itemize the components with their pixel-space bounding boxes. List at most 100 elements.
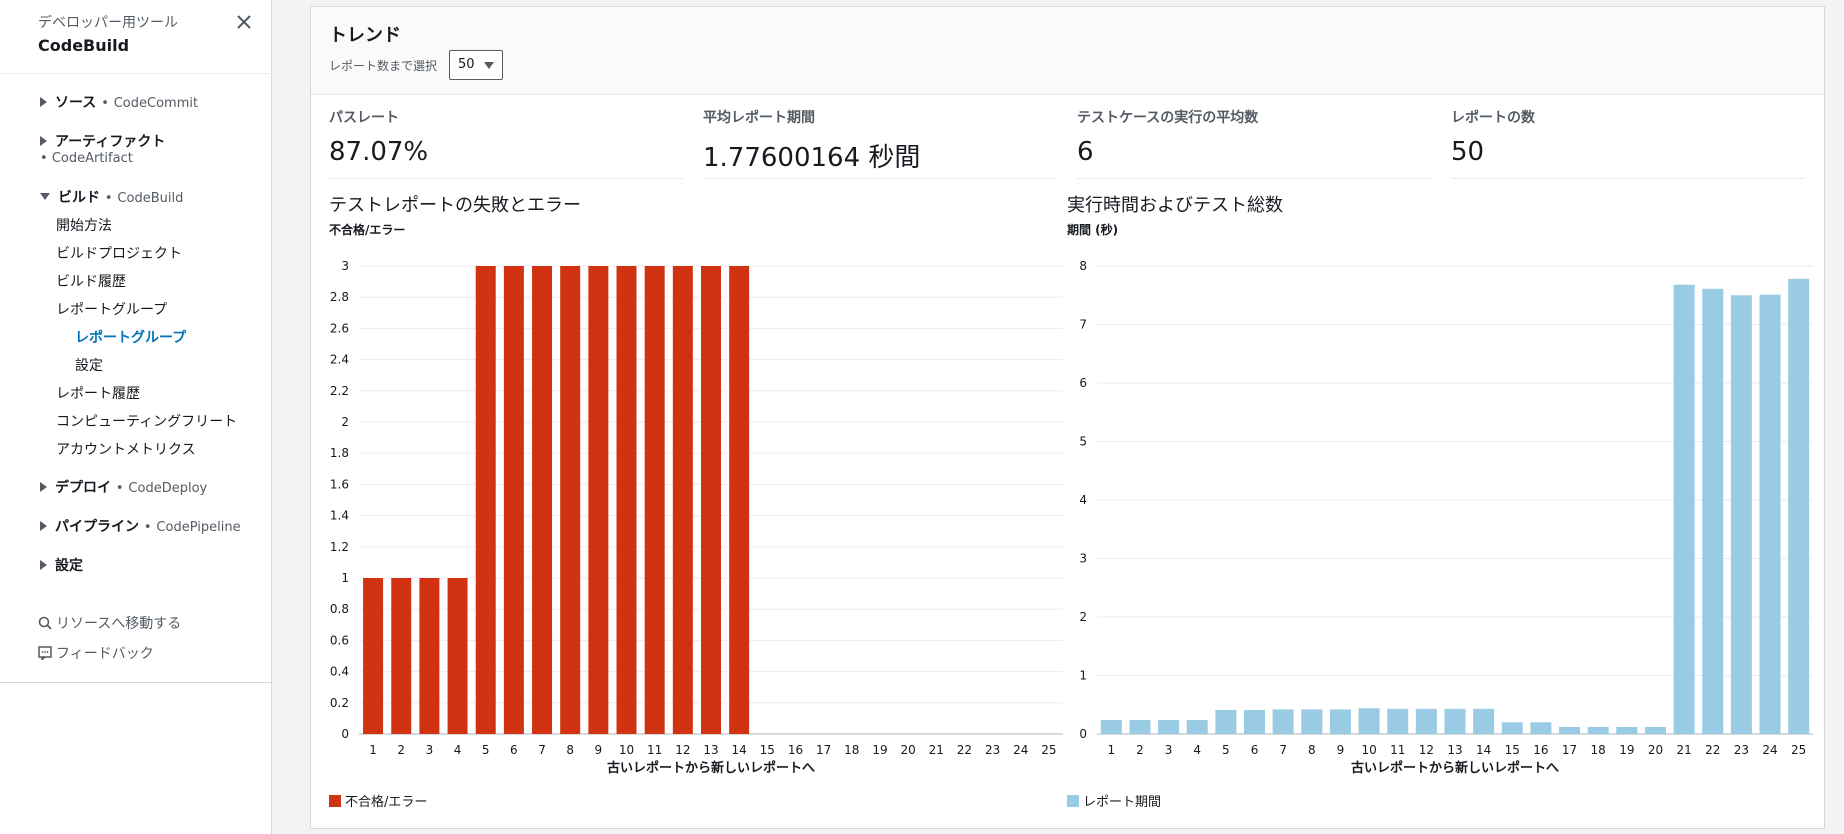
feedback-link[interactable]: フィードバック — [38, 643, 154, 663]
goto-resource-link[interactable]: リソースへ移動する — [38, 613, 181, 633]
section-service: CodePipeline — [156, 520, 241, 535]
x-tick-label: 21 — [1676, 743, 1691, 757]
separator: • — [115, 481, 124, 496]
bar[interactable] — [1473, 708, 1495, 734]
x-tick-label: 14 — [732, 743, 747, 757]
x-tick-label: 21 — [929, 743, 944, 757]
y-tick-label: 6 — [1079, 376, 1087, 390]
bar[interactable] — [1301, 709, 1323, 734]
bar[interactable] — [447, 578, 468, 734]
x-tick-label: 8 — [1308, 743, 1316, 757]
bar[interactable] — [1186, 719, 1208, 734]
bar[interactable] — [1387, 708, 1409, 734]
sidebar-section-deploy[interactable]: デプロイ • CodeDeploy — [40, 477, 207, 497]
bar[interactable] — [1244, 710, 1266, 734]
bar[interactable] — [1272, 709, 1294, 734]
separator: • — [40, 151, 48, 166]
x-tick-label: 9 — [1337, 743, 1345, 757]
sidebar-item-report-groups-header[interactable]: レポートグループ — [56, 299, 167, 319]
sidebar-item-build-projects[interactable]: ビルドプロジェクト — [56, 243, 182, 263]
bar[interactable] — [532, 266, 553, 734]
bar[interactable] — [1730, 295, 1752, 734]
metric-value: 50 — [1451, 137, 1485, 167]
bar[interactable] — [588, 266, 609, 734]
sidebar-section-settings[interactable]: 設定 — [40, 555, 83, 575]
y-tick-label: 0.8 — [330, 602, 349, 616]
caret-right-icon — [40, 560, 47, 570]
metric-value: 1.77600164 秒間 — [703, 143, 921, 173]
sidebar-divider — [0, 682, 272, 683]
x-tick-label: 17 — [1562, 743, 1577, 757]
failures-chart: 0 0.2 0.4 0.6 0.8 1 1.2 1.4 1.6 1.8 2 2.2 2.4 2.6 2.8 3… — [330, 259, 1063, 776]
sidebar-item-account-metrics[interactable]: アカウントメトリクス — [56, 439, 196, 459]
legend-label: レポート期間 — [1083, 795, 1162, 810]
y-tick-label: 2.4 — [330, 353, 349, 367]
bar[interactable] — [1559, 726, 1581, 734]
bar[interactable] — [1788, 278, 1810, 734]
y-tick-label: 1 — [1079, 669, 1087, 683]
x-tick-label: 19 — [1619, 743, 1634, 757]
sidebar-item-report-history[interactable]: レポート履歴 — [56, 383, 140, 403]
bar[interactable] — [503, 266, 524, 734]
chart-ylabel: 不合格/エラー — [329, 223, 406, 237]
x-tick-label: 12 — [675, 743, 690, 757]
bar[interactable] — [475, 266, 496, 734]
bar[interactable] — [1129, 719, 1151, 734]
bar[interactable] — [1100, 719, 1122, 734]
x-tick-label: 19 — [872, 743, 887, 757]
sidebar-item-compute-fleets[interactable]: コンピューティングフリート — [56, 411, 237, 431]
bar[interactable] — [672, 266, 693, 734]
bar[interactable] — [1530, 722, 1552, 734]
sidebar-section-source[interactable]: ソース • CodeCommit — [40, 92, 198, 112]
chart-ylabel: 期間 (秒) — [1067, 223, 1119, 237]
y-tick-label: 1 — [341, 571, 349, 585]
bar[interactable] — [363, 578, 384, 734]
sidebar-item-report-settings[interactable]: 設定 — [75, 355, 103, 375]
section-label: ビルド — [58, 190, 100, 206]
bar[interactable] — [560, 266, 581, 734]
bar[interactable] — [1358, 708, 1380, 734]
x-tick-label: 25 — [1791, 743, 1806, 757]
y-tick-label: 3 — [1079, 552, 1087, 566]
report-count-select[interactable]: 50 — [449, 50, 503, 80]
bar[interactable] — [1673, 284, 1695, 734]
bar[interactable] — [391, 578, 412, 734]
bar[interactable] — [1587, 726, 1609, 734]
bar[interactable] — [616, 266, 637, 734]
bar[interactable] — [419, 578, 440, 734]
metric-report-count: レポートの数 50 — [1451, 107, 1805, 179]
sidebar-item-getting-started[interactable]: 開始方法 — [56, 215, 112, 235]
sidebar-section-pipeline[interactable]: パイプライン • CodePipeline — [40, 516, 241, 536]
bar[interactable] — [701, 266, 721, 734]
bar[interactable] — [1444, 708, 1466, 734]
bar[interactable] — [1644, 726, 1666, 734]
close-icon[interactable] — [236, 12, 252, 34]
bar[interactable] — [1215, 710, 1237, 734]
bar[interactable] — [729, 266, 750, 734]
sidebar-item-build-history[interactable]: ビルド履歴 — [56, 271, 126, 291]
bar[interactable] — [1158, 719, 1180, 734]
bar[interactable] — [644, 266, 665, 734]
bar[interactable] — [1702, 288, 1724, 734]
sidebar-supertitle: デベロッパー用ツール — [38, 15, 178, 31]
y-tick-label: 1.8 — [330, 446, 349, 460]
bar[interactable] — [1329, 709, 1351, 734]
bar[interactable] — [1415, 708, 1437, 734]
x-tick-label: 7 — [1279, 743, 1287, 757]
bar[interactable] — [1759, 294, 1781, 734]
trends-title: トレンド — [329, 25, 401, 46]
x-tick-label: 23 — [985, 743, 1000, 757]
section-service: CodeBuild — [117, 191, 184, 206]
sidebar-section-artifact[interactable]: アーティファクト — [40, 131, 165, 151]
separator: • — [143, 520, 152, 535]
x-tick-label: 10 — [619, 743, 634, 757]
sidebar-item-report-groups[interactable]: レポートグループ — [75, 327, 186, 347]
sidebar-title[interactable]: CodeBuild — [38, 36, 129, 55]
y-tick-label: 0 — [1079, 727, 1087, 741]
metric-label: パスレート — [329, 110, 399, 126]
bar[interactable] — [1616, 726, 1638, 734]
bar[interactable] — [1501, 722, 1523, 734]
legend-swatch — [1067, 795, 1079, 807]
sidebar-section-build[interactable]: ビルド • CodeBuild — [40, 187, 183, 207]
x-axis-label: 古いレポートから新しいレポートへ — [1351, 760, 1559, 776]
